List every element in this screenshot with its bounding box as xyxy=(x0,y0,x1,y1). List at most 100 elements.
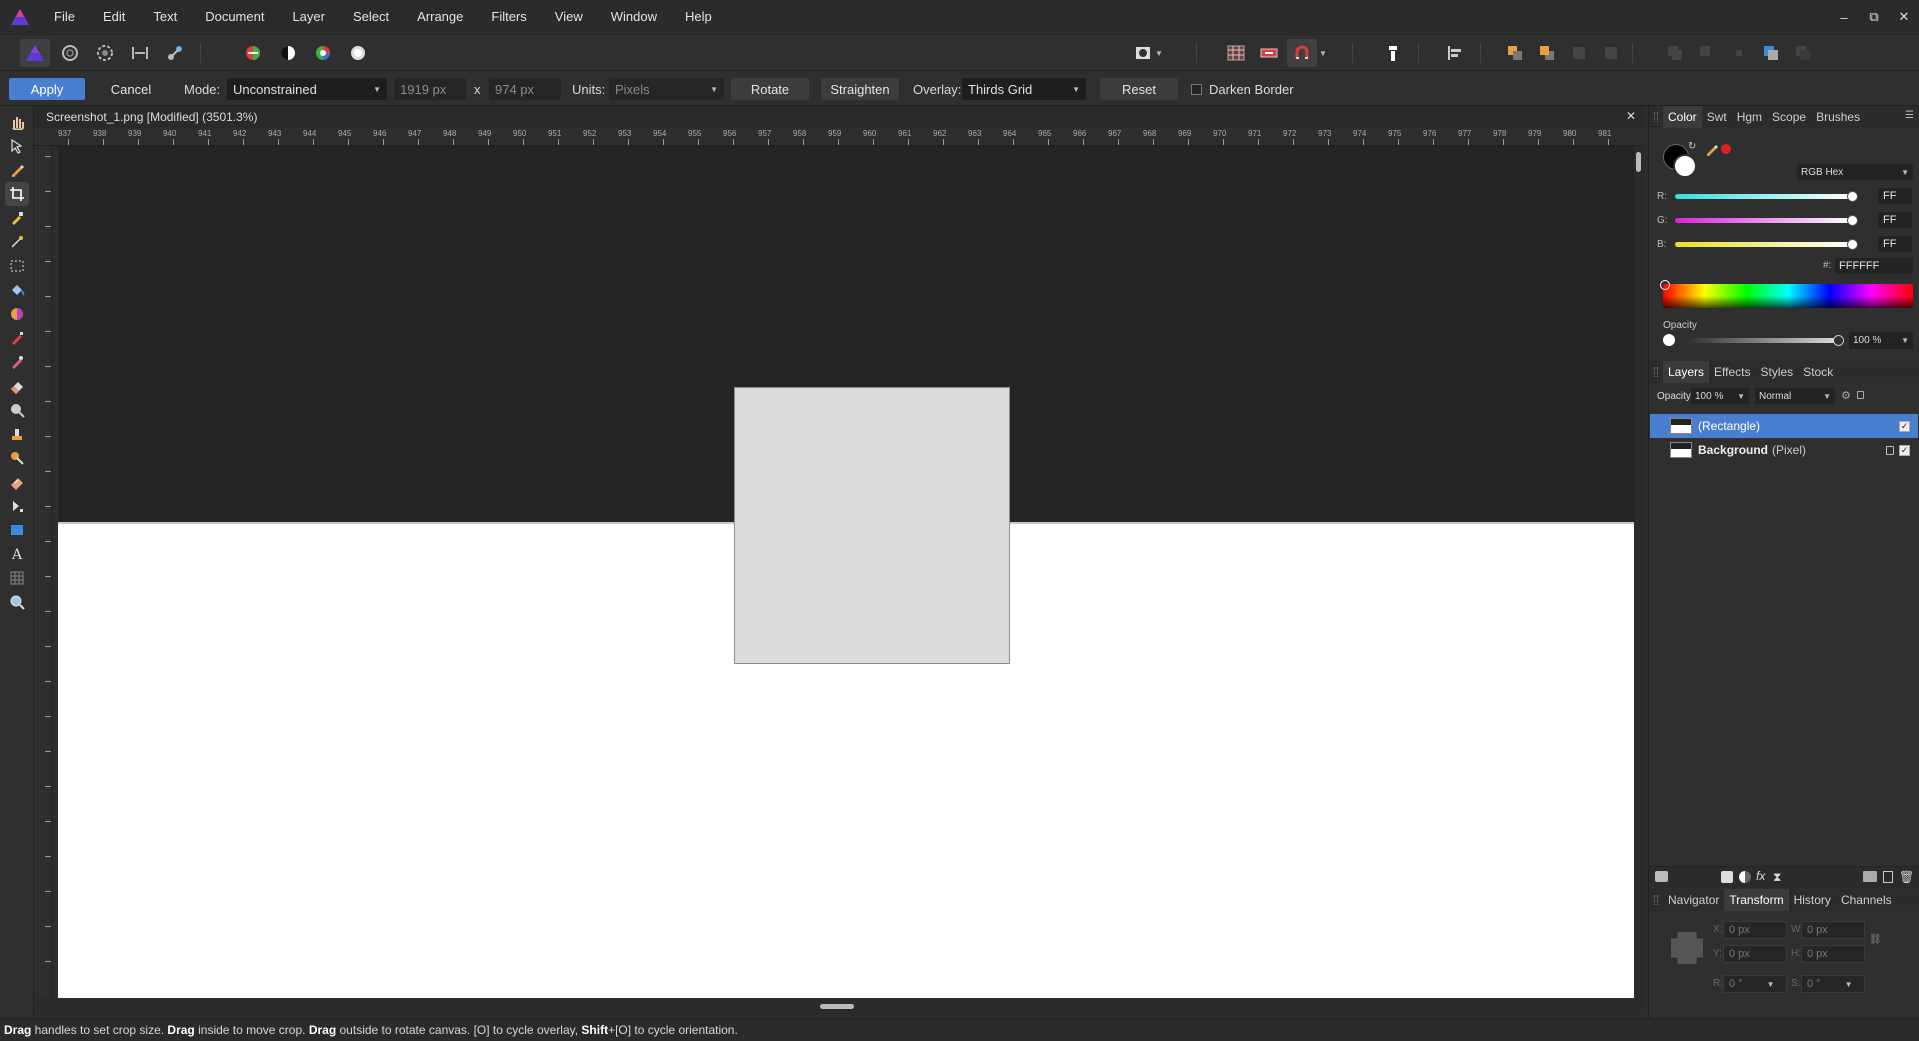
menu-window[interactable]: Window xyxy=(597,0,671,34)
panel-grip-icon[interactable] xyxy=(1654,895,1658,905)
menu-text[interactable]: Text xyxy=(139,0,191,34)
crop-width-field[interactable]: 1919 px xyxy=(394,78,466,100)
anchor-selector-icon[interactable] xyxy=(1671,932,1703,964)
minimize-button[interactable]: – xyxy=(1829,0,1859,34)
arrange-forward-icon[interactable] xyxy=(1532,39,1562,67)
hex-value-field[interactable]: FFFFFF xyxy=(1835,258,1913,274)
quick-mask-dropdown-icon[interactable]: ▼ xyxy=(1152,39,1166,67)
document-tab[interactable]: Screenshot_1.png [Modified] (3501.3%) ✕ xyxy=(34,106,1644,128)
selection-brush-tool-icon[interactable] xyxy=(5,206,29,230)
tab-swatches[interactable]: Swt xyxy=(1702,106,1732,128)
selection-mode-add-icon[interactable] xyxy=(1254,39,1284,67)
swap-colors-icon[interactable]: ↻ xyxy=(1688,141,1696,152)
flood-fill-tool-icon[interactable] xyxy=(5,278,29,302)
rotate-button[interactable]: Rotate xyxy=(731,78,809,100)
arrange-front-disabled-icon[interactable] xyxy=(1564,39,1594,67)
document-canvas[interactable] xyxy=(58,146,1634,998)
link-aspect-icon[interactable]: ⛓ xyxy=(1869,934,1882,945)
transform-shear-field[interactable]: 0 ° ▼ xyxy=(1801,975,1865,993)
units-select[interactable]: Pixels ▼ xyxy=(609,78,724,100)
blue-value-field[interactable]: FF xyxy=(1878,236,1912,252)
auto-levels-icon[interactable] xyxy=(238,39,268,67)
layer-row-rectangle[interactable]: (Rectangle) ✓ xyxy=(1650,414,1918,438)
move-tool-icon[interactable] xyxy=(5,134,29,158)
auto-contrast-icon[interactable] xyxy=(273,39,303,67)
fx-icon[interactable]: fx xyxy=(1756,869,1765,883)
color-spectrum[interactable] xyxy=(1663,284,1913,308)
tone-mapping-persona-icon[interactable] xyxy=(125,39,155,67)
spectrum-picker-handle[interactable] xyxy=(1660,280,1670,290)
delete-layer-trash-icon[interactable]: 🗑 xyxy=(1899,870,1914,884)
opacity-value-field[interactable]: 100 % ▼ xyxy=(1849,332,1913,349)
add-pixel-layer-icon[interactable] xyxy=(1883,871,1893,883)
tab-styles[interactable]: Styles xyxy=(1756,361,1799,383)
blur-brush-tool-icon[interactable] xyxy=(5,446,29,470)
tab-channels[interactable]: Channels xyxy=(1836,889,1897,911)
boolean-divide-disabled-icon[interactable] xyxy=(1788,39,1818,67)
flood-select-tool-icon[interactable] xyxy=(5,230,29,254)
color-wells[interactable]: ↻ xyxy=(1661,140,1701,180)
arrange-back-icon[interactable] xyxy=(1500,39,1530,67)
panel-grip-icon[interactable] xyxy=(1654,112,1658,122)
tab-layers[interactable]: Layers xyxy=(1663,361,1710,383)
transform-rotation-field[interactable]: 0 ° ▼ xyxy=(1723,975,1787,993)
opacity-slider[interactable] xyxy=(1689,338,1839,343)
menu-help[interactable]: Help xyxy=(671,0,726,34)
blue-slider-knob[interactable] xyxy=(1847,238,1858,250)
cancel-button[interactable]: Cancel xyxy=(91,78,171,100)
add-group-folder-icon[interactable] xyxy=(1863,871,1877,882)
artistic-text-tool-icon[interactable]: A xyxy=(5,542,29,566)
layer-visibility-checkbox[interactable]: ✓ xyxy=(1899,420,1910,432)
secondary-color-well[interactable] xyxy=(1673,154,1697,178)
close-document-icon[interactable]: ✕ xyxy=(1626,109,1636,123)
menu-layer[interactable]: Layer xyxy=(278,0,339,34)
align-left-icon[interactable] xyxy=(1440,39,1470,67)
restore-button[interactable]: ⧉ xyxy=(1859,0,1889,34)
eyedropper-icon[interactable] xyxy=(1705,142,1719,159)
green-slider-knob[interactable] xyxy=(1847,214,1858,226)
mode-select[interactable]: Unconstrained ▼ xyxy=(227,78,387,100)
layer-opacity-field[interactable]: 100 % ▼ xyxy=(1691,388,1749,404)
tab-stock[interactable]: Stock xyxy=(1798,361,1838,383)
erase-brush-tool-icon[interactable] xyxy=(5,374,29,398)
boolean-subtract-disabled-icon[interactable] xyxy=(1692,39,1722,67)
transform-y-field[interactable]: 0 px xyxy=(1723,945,1787,963)
rectangle-shape[interactable] xyxy=(734,387,1010,664)
tab-effects[interactable]: Effects xyxy=(1709,361,1755,383)
menu-document[interactable]: Document xyxy=(191,0,278,34)
tab-brushes[interactable]: Brushes xyxy=(1811,106,1865,128)
layer-locked-icon[interactable] xyxy=(1886,445,1894,455)
darken-border-option[interactable]: Darken Border xyxy=(1191,78,1294,100)
crop-tool-icon[interactable] xyxy=(5,182,29,206)
node-tool-icon[interactable] xyxy=(5,494,29,518)
affinity-photo-logo-icon[interactable] xyxy=(0,0,40,34)
horizontal-scroll-thumb[interactable] xyxy=(820,1004,854,1009)
opacity-slider-knob[interactable] xyxy=(1833,335,1844,346)
layer-settings-gear-icon[interactable]: ⚙ xyxy=(1841,389,1851,402)
dodge-tool-icon[interactable] xyxy=(5,398,29,422)
close-window-button[interactable]: ✕ xyxy=(1889,0,1919,34)
tab-scope[interactable]: Scope xyxy=(1767,106,1811,128)
red-value-field[interactable]: FF xyxy=(1878,188,1912,204)
liquify-persona-icon[interactable] xyxy=(55,39,85,67)
green-value-field[interactable]: FF xyxy=(1878,212,1912,228)
green-slider[interactable] xyxy=(1675,217,1853,223)
tab-navigator[interactable]: Navigator xyxy=(1663,889,1724,911)
transform-w-field[interactable]: 0 px xyxy=(1801,921,1865,939)
layer-row-background[interactable]: Background (Pixel) ✓ xyxy=(1650,438,1918,462)
gradient-tool-icon[interactable] xyxy=(5,302,29,326)
tab-histogram[interactable]: Hgm xyxy=(1732,106,1767,128)
mesh-warp-tool-icon[interactable] xyxy=(5,566,29,590)
menu-select[interactable]: Select xyxy=(339,0,403,34)
clone-brush-tool-icon[interactable] xyxy=(5,422,29,446)
context-toolbar-toggle-icon[interactable] xyxy=(1378,39,1408,67)
red-slider-knob[interactable] xyxy=(1847,190,1858,202)
auto-colors-icon[interactable] xyxy=(308,39,338,67)
menu-file[interactable]: File xyxy=(40,0,89,34)
adjustment-layer-icon[interactable] xyxy=(1739,871,1751,883)
picked-color-swatch[interactable] xyxy=(1721,144,1731,154)
auto-white-balance-icon[interactable] xyxy=(343,39,373,67)
develop-persona-icon[interactable] xyxy=(90,39,120,67)
view-hand-tool-icon[interactable] xyxy=(5,110,29,134)
tab-transform[interactable]: Transform xyxy=(1724,889,1789,911)
